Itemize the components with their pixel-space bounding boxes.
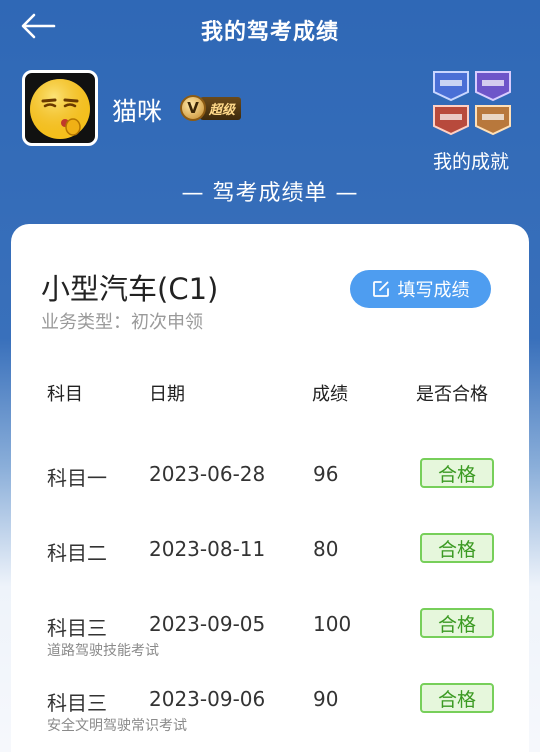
row-score: 80 xyxy=(313,537,339,561)
pass-badge: 合格 xyxy=(420,533,494,563)
vip-label: 超级 xyxy=(200,96,242,120)
row-note: 道路驾驶技能考试 xyxy=(47,643,159,659)
business-type: 业务类型：初次申领 xyxy=(41,312,203,333)
column-header-subject: 科目 xyxy=(47,384,83,405)
pass-badge: 合格 xyxy=(420,683,494,713)
vip-letter: V xyxy=(180,95,206,121)
score-card: 小型汽车(C1) 业务类型：初次申领 填写成绩 科目 日期 成绩 是否合格 科目… xyxy=(11,224,529,752)
row-note: 安全文明驾驶常识考试 xyxy=(47,718,187,734)
row-date: 2023-08-11 xyxy=(149,537,266,561)
sheet-title: — 驾考成绩单 — xyxy=(181,181,359,206)
column-header-date: 日期 xyxy=(149,384,185,405)
achievements-label[interactable]: 我的成就 xyxy=(416,147,526,174)
row-score: 90 xyxy=(313,687,339,711)
fill-score-button[interactable]: 填写成绩 xyxy=(350,270,491,308)
medal-badges-icon xyxy=(433,71,511,136)
row-date: 2023-09-06 xyxy=(149,687,266,711)
emoji-face-icon xyxy=(30,79,90,139)
column-header-pass: 是否合格 xyxy=(416,384,488,405)
page-title: 我的驾考成绩 xyxy=(200,20,339,45)
top-bar: 我的驾考成绩 xyxy=(0,0,540,58)
row-date: 2023-09-05 xyxy=(149,612,266,636)
fill-score-label: 填写成绩 xyxy=(397,280,470,301)
row-subject: 科目三 xyxy=(47,691,107,715)
achievements-button[interactable] xyxy=(430,66,514,138)
vehicle-type: 小型汽车(C1) xyxy=(41,272,219,306)
edit-icon xyxy=(372,281,389,297)
row-subject: 科目三 xyxy=(47,616,107,640)
vip-badge: V 超级 xyxy=(180,94,250,122)
pass-badge: 合格 xyxy=(420,608,494,638)
avatar[interactable] xyxy=(22,70,98,146)
row-subject: 科目二 xyxy=(47,541,107,565)
row-date: 2023-06-28 xyxy=(149,462,266,486)
pass-badge: 合格 xyxy=(420,458,494,488)
column-header-score: 成绩 xyxy=(312,384,348,405)
row-score: 96 xyxy=(313,462,339,486)
username: 猫咪 xyxy=(112,97,163,126)
row-score: 100 xyxy=(313,612,352,636)
row-subject: 科目一 xyxy=(47,466,107,490)
